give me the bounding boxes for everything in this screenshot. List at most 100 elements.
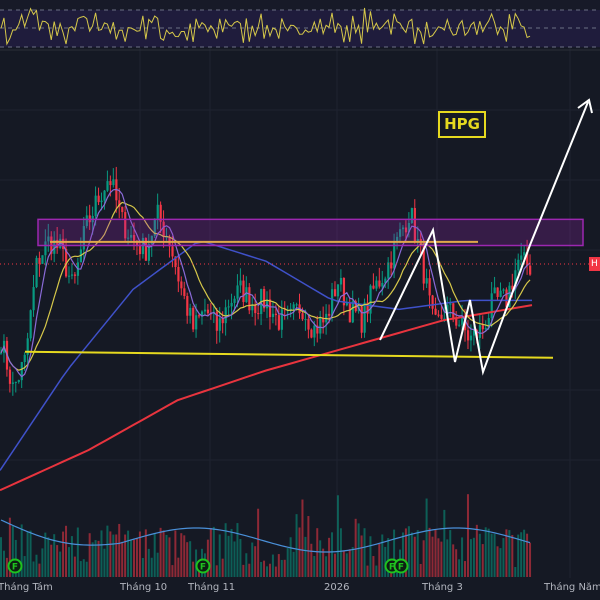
candle-body	[452, 303, 455, 319]
volume-bar	[38, 563, 41, 577]
volume-bar	[26, 532, 29, 577]
volume-bar	[360, 535, 363, 577]
candle-body	[331, 289, 334, 316]
chart-container[interactable]: FFFF HPG H Tháng Tám Tháng 10 Tháng 11 2…	[0, 0, 600, 600]
candle-body	[328, 313, 331, 316]
volume-bar	[455, 549, 458, 577]
volume-bar	[319, 540, 322, 577]
candle-body	[67, 275, 71, 277]
volume-bar	[298, 527, 301, 577]
volume-bar	[372, 556, 375, 577]
candle-body	[502, 289, 505, 291]
x-tick-label: Tháng 11	[188, 582, 236, 593]
volume-bar	[156, 552, 159, 577]
ticker-annotation: HPG	[438, 111, 486, 138]
volume-bar	[165, 534, 168, 577]
candle-body	[378, 280, 381, 287]
volume-bar	[221, 558, 224, 577]
volume-bar	[106, 525, 109, 577]
candle-body	[313, 325, 316, 338]
volume-bar	[41, 548, 44, 577]
volume-bar	[189, 541, 192, 577]
volume-bar	[248, 563, 251, 577]
candle-body	[274, 313, 278, 316]
candle-body	[434, 308, 437, 315]
volume-bar	[502, 538, 505, 577]
candle-body	[428, 278, 431, 296]
volume-bar	[336, 495, 339, 577]
volume-bar	[59, 551, 62, 577]
volume-bar	[254, 546, 257, 577]
volume-bar	[357, 523, 360, 577]
volume-bar	[171, 565, 174, 577]
ma-fast-line	[0, 188, 531, 378]
candle-body	[245, 287, 248, 302]
candle-body	[186, 296, 189, 316]
volume-bar	[227, 535, 230, 577]
volume-bar	[449, 530, 452, 577]
volume-bar	[523, 529, 526, 577]
volume-bar	[153, 533, 156, 577]
volume-bar	[230, 528, 233, 577]
candle-body	[109, 181, 112, 186]
candle-body	[481, 325, 484, 330]
candle-body	[251, 305, 254, 311]
volume-bar	[109, 531, 112, 577]
volume-bar	[192, 561, 195, 577]
volume-bar	[76, 527, 79, 577]
candle-body	[8, 369, 12, 384]
candle-body	[493, 287, 496, 294]
candle-body	[14, 381, 17, 383]
volume-bar	[363, 528, 366, 577]
volume-bar	[277, 554, 280, 577]
volume-bar	[416, 530, 419, 577]
volume-bar	[91, 542, 94, 577]
candle-body	[301, 313, 304, 320]
volume-bar	[413, 536, 416, 577]
candle-body	[277, 315, 281, 330]
volume-bar	[112, 534, 115, 577]
volume-bar	[410, 532, 413, 577]
volume-bar	[100, 530, 103, 577]
volume-bar	[47, 537, 50, 577]
volume-bar	[490, 533, 493, 577]
volume-bar	[180, 533, 183, 577]
candle-body	[248, 287, 251, 311]
volume-bar	[458, 559, 461, 577]
candle-body	[437, 314, 440, 316]
volume-bar	[328, 537, 331, 577]
volume-bar	[289, 537, 292, 577]
candle-body	[307, 319, 310, 330]
candle-body	[38, 257, 41, 264]
volume-bar	[333, 553, 336, 577]
candle-body	[203, 309, 207, 312]
price-chart[interactable]: FFFF	[0, 0, 600, 600]
candle-body	[41, 255, 44, 264]
volume-bar	[162, 530, 165, 577]
candle-body	[20, 362, 23, 381]
volume-bar	[35, 554, 38, 577]
candle-body	[333, 289, 337, 297]
volume-bar	[407, 526, 410, 577]
volume-bar	[493, 534, 496, 577]
volume-bar	[141, 557, 144, 577]
candle-body	[138, 245, 142, 255]
candle-body	[348, 302, 351, 323]
volume-bar	[268, 563, 271, 577]
volume-bar	[215, 565, 218, 577]
volume-bar	[212, 526, 215, 577]
volume-bar	[286, 548, 289, 577]
volume-bar	[168, 537, 171, 577]
candle-body	[242, 280, 245, 302]
candle-body	[351, 301, 354, 323]
event-marker-label: F	[200, 563, 206, 573]
volume-bar	[150, 557, 153, 577]
candle-body	[239, 280, 242, 286]
candle-body	[73, 274, 77, 276]
volume-bar	[434, 529, 437, 577]
volume-bar	[239, 538, 242, 577]
volume-bar	[62, 531, 65, 577]
volume-bar	[331, 532, 334, 577]
volume-bar	[177, 557, 180, 577]
volume-bar	[236, 523, 239, 577]
